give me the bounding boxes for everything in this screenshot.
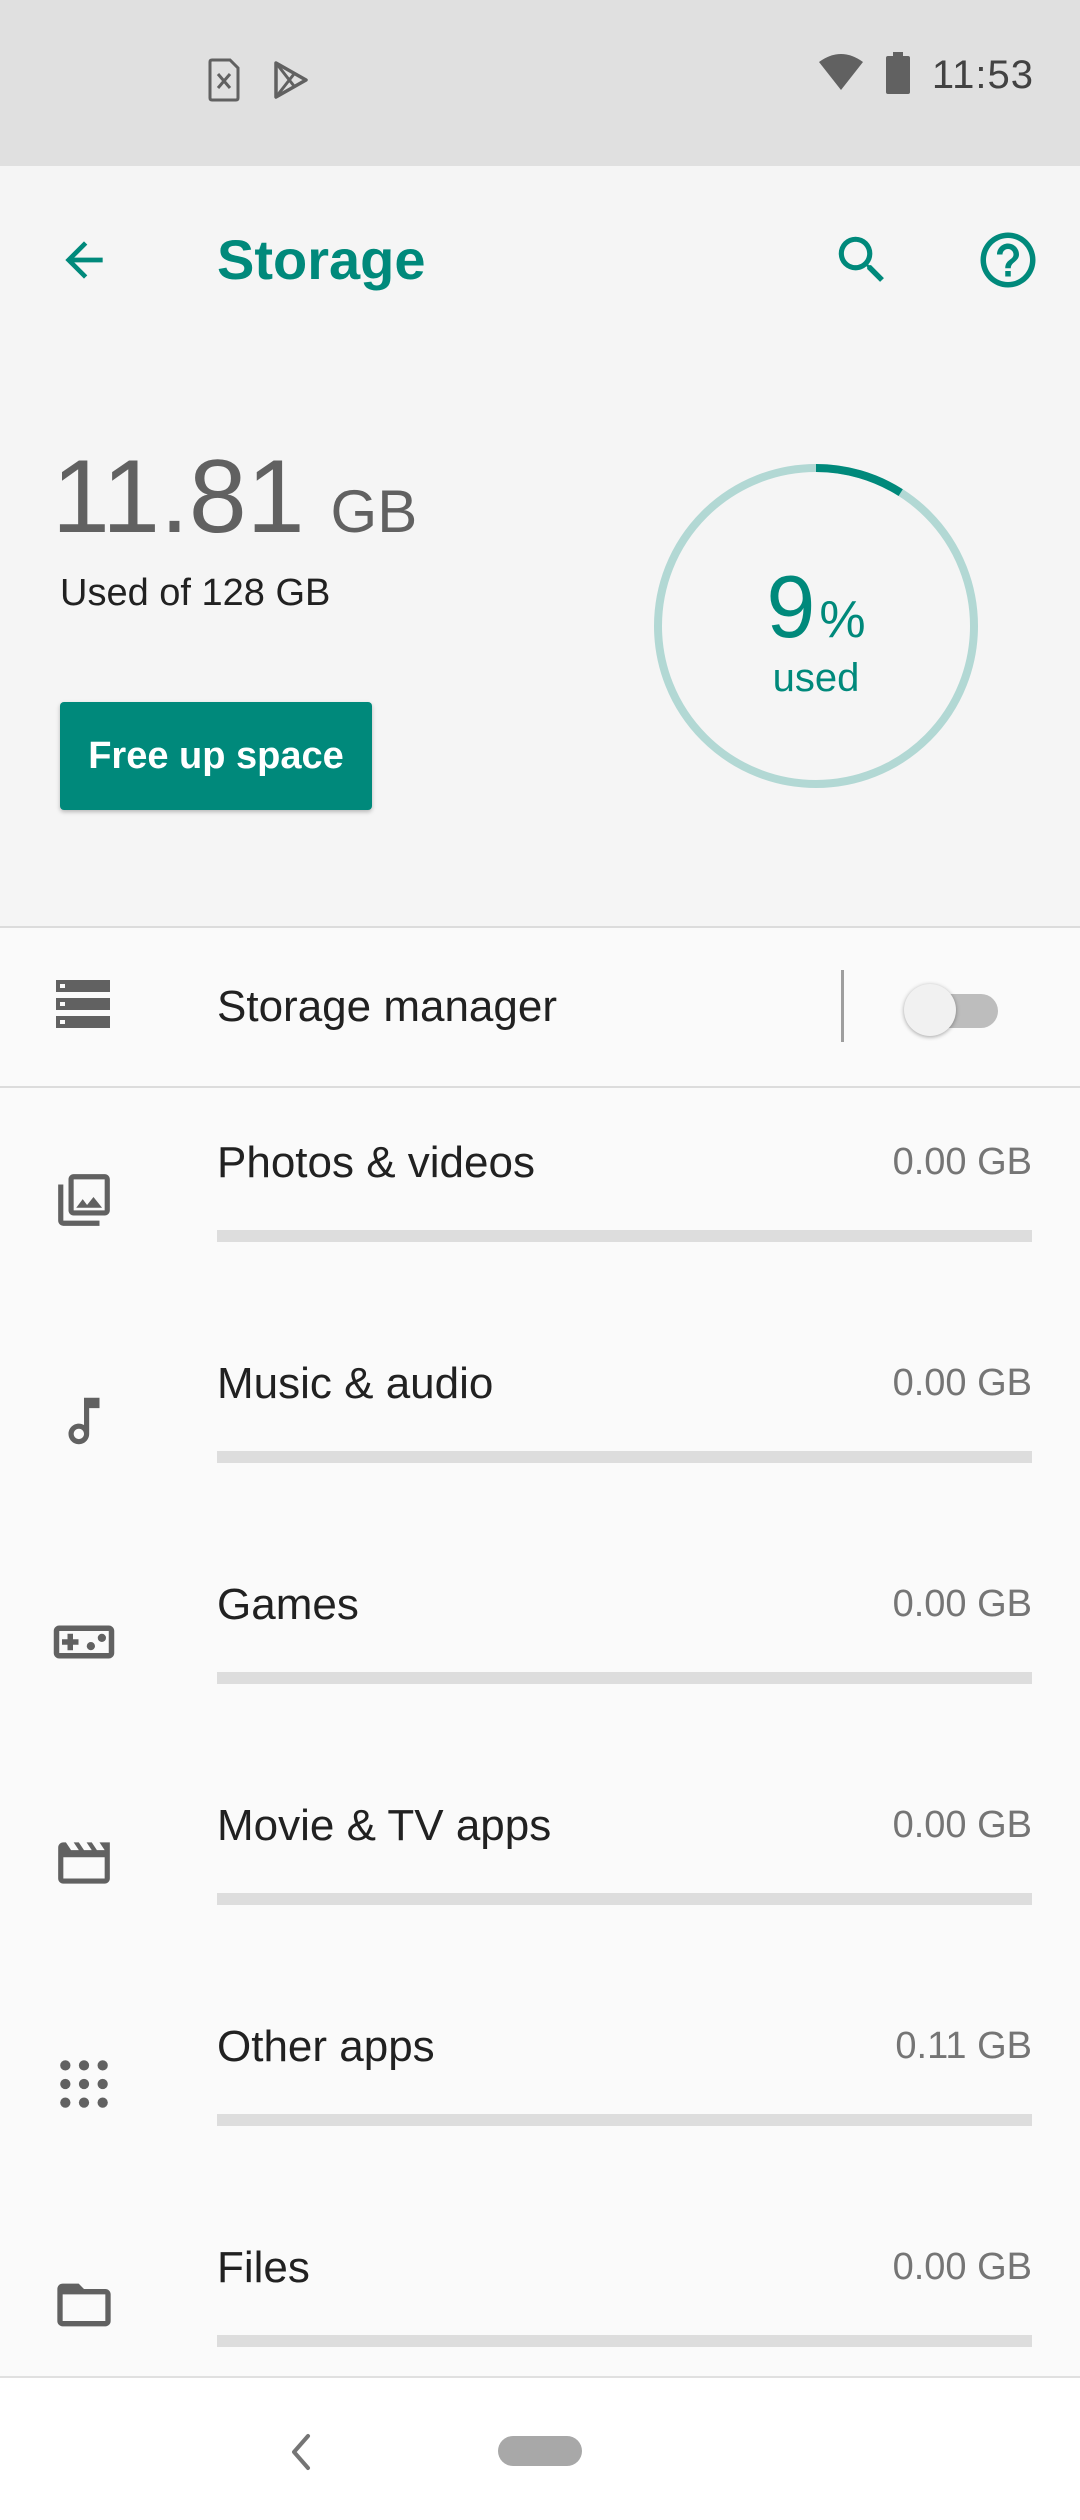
free-up-space-button[interactable]: Free up space: [60, 702, 372, 810]
used-number: 11.81: [52, 439, 305, 555]
used-amount: 11.81 GB: [52, 438, 417, 557]
storage-manager-row[interactable]: Storage manager: [0, 928, 1080, 1086]
search-icon: [838, 236, 884, 282]
category-size: 0.11 GB: [895, 2025, 1032, 2067]
category-size: 0.00 GB: [892, 2246, 1032, 2288]
battery-icon: [885, 52, 910, 99]
category-usage-bar: [217, 1893, 1032, 1905]
category-photos-videos[interactable]: Photos & videos 0.00 GB: [0, 1090, 1080, 1310]
wifi-icon: [818, 54, 864, 97]
category-usage-bar: [217, 1230, 1032, 1242]
storage-manager-label: Storage manager: [217, 982, 557, 1031]
category-usage-bar: [217, 1672, 1032, 1684]
used-unit: GB: [330, 478, 418, 545]
music-note-icon: [50, 1387, 118, 1455]
page-title: Storage: [217, 228, 426, 291]
folder-icon: [50, 2271, 118, 2339]
usage-percent-label: used: [772, 656, 860, 700]
nav-home-pill[interactable]: [498, 2436, 582, 2466]
status-bar: 11:53: [0, 0, 1080, 166]
status-time: 11:53: [931, 53, 1034, 97]
vertical-separator: [841, 970, 844, 1042]
status-left-icons: [206, 58, 310, 107]
gamepad-icon: [50, 1608, 118, 1676]
nav-back-button[interactable]: [280, 2426, 324, 2478]
status-right-icons: 11:53: [818, 52, 1034, 99]
category-label: Games: [217, 1580, 359, 1629]
category-movie-tv-apps[interactable]: Movie & TV apps 0.00 GB: [0, 1753, 1080, 1973]
category-label: Music & audio: [217, 1359, 494, 1408]
help-button[interactable]: [970, 222, 1046, 298]
category-size: 0.00 GB: [892, 1583, 1032, 1625]
system-nav-bar: [0, 2376, 1080, 2520]
category-usage-bar: [217, 1451, 1032, 1463]
search-button[interactable]: [824, 222, 900, 298]
category-size: 0.00 GB: [892, 1804, 1032, 1846]
apps-grid-icon: [50, 2050, 118, 2118]
category-size: 0.00 GB: [892, 1141, 1032, 1183]
play-store-icon: [272, 60, 310, 105]
arrow-back-icon: [65, 241, 103, 279]
toggle-thumb: [904, 984, 956, 1036]
divider: [0, 1086, 1080, 1088]
category-usage-bar: [217, 2114, 1032, 2126]
used-of-total: Used of 128 GB: [60, 572, 331, 614]
usage-percent: 9%: [652, 556, 980, 658]
help-icon: [980, 232, 1036, 288]
category-label: Other apps: [217, 2022, 435, 2071]
storage-manager-icon: [54, 978, 112, 1035]
photo-library-icon: [50, 1166, 118, 1234]
chevron-left-icon: [292, 2434, 310, 2470]
usage-percent-number: 9: [766, 557, 816, 656]
storage-manager-toggle[interactable]: [904, 984, 1000, 1036]
category-music-audio[interactable]: Music & audio 0.00 GB: [0, 1311, 1080, 1531]
category-label: Photos & videos: [217, 1138, 535, 1187]
storage-header: Storage 11.81 GB Used of 128 GB Free up …: [0, 166, 1080, 926]
back-button[interactable]: [46, 222, 122, 298]
category-other-apps[interactable]: Other apps 0.11 GB: [0, 1974, 1080, 2194]
category-games[interactable]: Games 0.00 GB: [0, 1532, 1080, 1752]
movie-clapper-icon: [50, 1829, 118, 1897]
category-usage-bar: [217, 2335, 1032, 2347]
category-label: Movie & TV apps: [217, 1801, 552, 1850]
category-label: Files: [217, 2243, 310, 2292]
usage-percent-sign: %: [819, 591, 866, 649]
category-size: 0.00 GB: [892, 1362, 1032, 1404]
sim-off-icon: [206, 58, 242, 107]
